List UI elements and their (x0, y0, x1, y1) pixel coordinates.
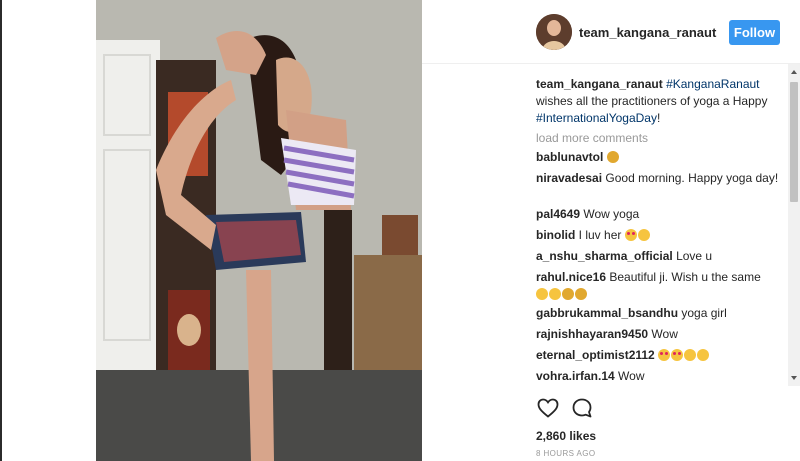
comment-item: pal4649 Wow yoga (536, 206, 784, 223)
grimace-emoji-icon (606, 151, 619, 163)
comment-text: Wow (651, 327, 678, 341)
comment-username[interactable]: pal4649 (536, 207, 580, 221)
window-edge (0, 0, 2, 461)
comment-item: rajnishhayaran9450 Wow (536, 326, 784, 343)
comment-item: gabbrukammal_bsandhu yoga girl (536, 305, 784, 322)
post-caption: team_kangana_ranaut #KanganaRanaut wishe… (536, 76, 782, 127)
heart-eyes-emoji-icon (671, 349, 684, 361)
comment-username[interactable]: niravadesai (536, 171, 602, 185)
post-side-panel: team_kangana_ranaut Follow team_kangana_… (422, 0, 800, 461)
comment-text: Wow yoga (583, 207, 640, 221)
caption-hashtag-1[interactable]: #KanganaRanaut (666, 77, 759, 91)
smile-emoji-icon (536, 288, 548, 300)
scroll-down-arrow-icon[interactable] (791, 376, 797, 380)
comment-item: binolid I luv her (536, 227, 784, 244)
comment-item: niravadesai Good morning. Happy yoga day… (536, 170, 784, 187)
comment-text: Wow (618, 369, 645, 383)
comment-item: a_nshu_sharma_official Love u (536, 248, 784, 265)
load-more-comments-link[interactable]: load more comments (536, 130, 648, 147)
comment-item: rahul.nice16 Beautiful ji. Wish u the sa… (536, 269, 784, 303)
heart-eyes-emoji-icon (624, 229, 637, 241)
caption-username[interactable]: team_kangana_ranaut (536, 77, 663, 91)
heart-icon[interactable] (536, 396, 560, 420)
comment-text: Love u (676, 249, 713, 263)
comment-icon[interactable] (570, 396, 594, 420)
post-header: team_kangana_ranaut Follow (422, 0, 800, 64)
comment-username[interactable]: rahul.nice16 (536, 270, 606, 284)
comment-username[interactable]: rajnishhayaran9450 (536, 327, 648, 341)
avatar[interactable] (536, 14, 572, 50)
comment-text: Beautiful ji. Wish u the same (609, 270, 761, 284)
heart-eyes-emoji-icon (658, 349, 671, 361)
follow-button[interactable]: Follow (729, 20, 780, 45)
comment-item: bablunavtol (536, 149, 784, 166)
post-actions (536, 396, 788, 424)
comment-username[interactable]: bablunavtol (536, 150, 603, 164)
likes-count[interactable]: 2,860 likes (536, 429, 596, 443)
comment-username[interactable]: vohra.irfan.14 (536, 369, 615, 383)
scroll-up-arrow-icon[interactable] (791, 70, 797, 74)
post-timestamp[interactable]: 8 HOURS AGO (536, 449, 596, 458)
comment-item: vohra.irfan.14 Wow (536, 368, 784, 385)
comment-text: I luv her (578, 228, 622, 242)
comment-text: yoga girl (681, 306, 727, 320)
comment-username[interactable]: a_nshu_sharma_official (536, 249, 673, 263)
comments-list: team_kangana_ranaut #KanganaRanaut wishe… (536, 64, 788, 386)
comment-text: Good morning. Happy yoga day! (605, 171, 779, 185)
kiss-emoji-icon (697, 349, 710, 361)
kiss-emoji-icon (637, 229, 650, 241)
comment-username[interactable]: eternal_optimist2112 (536, 348, 655, 362)
ok-hand-emoji-icon (575, 288, 587, 300)
scroll-thumb[interactable] (790, 82, 798, 202)
header-username[interactable]: team_kangana_ranaut (579, 25, 716, 40)
comment-item: eternal_optimist2112 (536, 347, 784, 364)
caption-hashtag-2[interactable]: #InternationalYogaDay (536, 111, 657, 125)
smile-emoji-icon (549, 288, 561, 300)
caption-end: ! (656, 111, 661, 125)
photo-illustration (96, 0, 422, 461)
comments-scrollbar[interactable] (788, 64, 800, 386)
comment-username[interactable]: binolid (536, 228, 575, 242)
comment-username[interactable]: gabbrukammal_bsandhu (536, 306, 678, 320)
kiss-emoji-icon (684, 349, 697, 361)
ok-hand-emoji-icon (562, 288, 574, 300)
caption-text: wishes all the practitioners of yoga a H… (536, 94, 768, 108)
post-photo[interactable] (96, 0, 422, 461)
